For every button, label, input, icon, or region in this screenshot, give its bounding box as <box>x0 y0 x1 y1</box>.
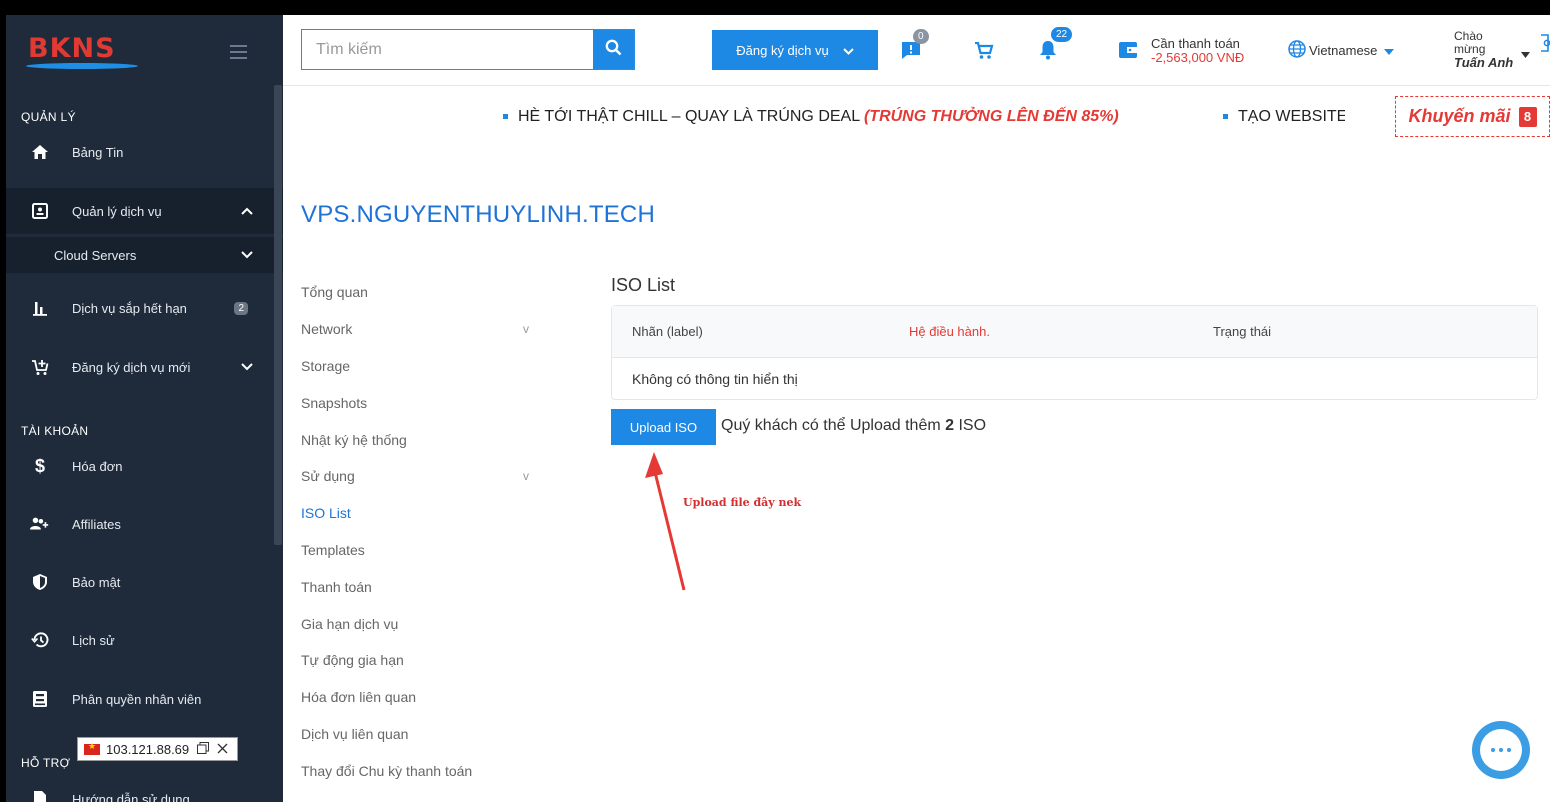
sidebar-item-label: Cloud Servers <box>54 247 137 263</box>
close-icon[interactable] <box>217 742 228 757</box>
sidebar-item-label: Affiliates <box>72 516 121 532</box>
search-box <box>301 29 635 70</box>
sidebar-item-security[interactable]: Bảo mật <box>6 559 283 605</box>
payment-due-label: Cần thanh toán <box>1151 36 1240 51</box>
announcement-item[interactable]: HÈ TỚI THẬT CHILL – QUAY LÀ TRÚNG DEAL (… <box>503 108 1119 126</box>
bullet-icon <box>503 114 508 120</box>
language-selector[interactable]: Vietnamese <box>1288 40 1395 61</box>
promotion-label: Khuyến mãi <box>1408 106 1511 126</box>
announcement-highlight: (TRÚNG THƯỞNG LÊN ĐẾN 85%) <box>863 108 1119 125</box>
topbar: Đăng ký dịch vụ 0 22 Cần thanh toán -2,5… <box>283 15 1550 86</box>
sidebar-scrollbar[interactable] <box>274 85 282 545</box>
user-greeting[interactable]: Chào mừng Tuấn Anh <box>1454 30 1513 70</box>
section-manage: QUẢN LÝ <box>21 110 76 124</box>
sidebar-item-expiring-services[interactable]: Dịch vụ sắp hết hạn 2 <box>6 285 283 331</box>
sidebar-item-label: Đăng ký dịch vụ mới <box>72 359 191 375</box>
language-label: Vietnamese <box>1309 43 1378 58</box>
chat-button[interactable] <box>1472 721 1530 779</box>
dollar-icon: $ <box>34 455 45 476</box>
logo-swoosh <box>26 63 138 69</box>
add-cart-icon <box>30 357 50 377</box>
sidebar-item-label: Quản lý dịch vụ <box>72 203 162 219</box>
expiring-count-badge: 2 <box>234 301 248 315</box>
sidebar-item-label: Lịch sử <box>72 632 115 648</box>
sidebar-item-label: Bảo mật <box>72 574 121 590</box>
register-service-label: Đăng ký dịch vụ <box>736 42 829 58</box>
chevron-up-icon <box>241 204 253 218</box>
sidebar-item-invoices[interactable]: $ Hóa đơn <box>6 443 283 489</box>
vietnam-flag-icon <box>84 741 100 755</box>
home-icon <box>30 142 50 162</box>
message-icon[interactable]: 0 <box>901 29 929 65</box>
bar-chart-icon <box>30 298 50 318</box>
search-button[interactable] <box>593 30 634 69</box>
history-icon <box>30 630 50 650</box>
section-account: TÀI KHOẢN <box>21 424 89 438</box>
announcement-text: HÈ TỚI THẬT CHILL – QUAY LÀ TRÚNG DEAL <box>518 108 864 125</box>
sidebar-item-label: Hóa đơn <box>72 458 123 474</box>
employee-badge-icon <box>30 689 50 709</box>
user-profile-icon[interactable] <box>1535 33 1550 58</box>
section-support: HỖ TRỢ <box>21 756 71 770</box>
sidebar-item-history[interactable]: Lịch sử <box>6 617 283 663</box>
sidebar-item-label: Phân quyền nhân viên <box>72 691 202 707</box>
notification-bell-icon[interactable]: 22 <box>1039 27 1073 65</box>
sidebar-item-service-management[interactable]: Quản lý dịch vụ <box>6 188 283 234</box>
caret-down-icon <box>1384 43 1395 58</box>
announcement-item[interactable]: TẠO WEBSITE <box>1223 108 1345 126</box>
sidebar-item-affiliates[interactable]: Affiliates <box>6 501 283 547</box>
sidebar: BKNS QUẢN LÝ Bảng Tin Quản lý dịch vụ Cl… <box>6 15 283 802</box>
promotion-count: 8 <box>1523 109 1532 124</box>
sidebar-item-register-new[interactable]: Đăng ký dịch vụ mới <box>6 344 283 390</box>
sidebar-item-label: Dịch vụ sắp hết hạn <box>72 300 187 316</box>
main-content: VPS.NGUYENTHUYLINH.TECH Tổng quan Network… <box>283 150 1550 802</box>
brand-logo[interactable]: BKNS <box>28 33 116 64</box>
promotion-button[interactable]: Khuyến mãi 8 <box>1395 96 1550 137</box>
message-badge: 0 <box>913 29 929 44</box>
announcement-text: TẠO WEBSITE <box>1238 108 1345 125</box>
user-name: Tuấn Anh <box>1454 55 1514 70</box>
copy-icon[interactable] <box>197 741 210 757</box>
notification-badge: 22 <box>1051 27 1073 42</box>
shield-icon <box>30 572 50 592</box>
sidebar-item-cloud-servers[interactable]: Cloud Servers <box>6 237 283 273</box>
sidebar-item-label: Hướng dẫn sử dụng <box>72 791 190 802</box>
register-service-button[interactable]: Đăng ký dịch vụ <box>712 30 878 70</box>
contact-card-icon <box>30 201 50 221</box>
sidebar-item-label: Bảng Tin <box>72 144 124 160</box>
announcement-bar: HÈ TỚI THẬT CHILL – QUAY LÀ TRÚNG DEAL (… <box>283 86 1550 150</box>
document-icon <box>30 789 50 802</box>
sidebar-item-employee-permissions[interactable]: Phân quyền nhân viên <box>6 676 283 722</box>
ip-tooltip: 103.121.88.69 <box>77 737 238 761</box>
search-input[interactable] <box>302 30 593 69</box>
search-icon <box>605 39 622 61</box>
globe-icon <box>1288 40 1306 61</box>
sidebar-item-dashboard[interactable]: Bảng Tin <box>6 129 283 175</box>
add-users-icon <box>30 514 50 534</box>
cart-icon[interactable] <box>974 41 994 65</box>
chevron-down-icon <box>843 43 854 58</box>
gift-icon: 8 <box>1518 106 1537 127</box>
chevron-down-icon <box>241 248 253 262</box>
annotation-arrow <box>645 452 686 591</box>
chevron-down-icon <box>241 360 253 374</box>
wallet-icon[interactable] <box>1118 41 1138 64</box>
bullet-icon <box>1223 114 1228 120</box>
ip-address: 103.121.88.69 <box>106 741 190 757</box>
annotation-text: Upload file đây nek <box>683 496 802 509</box>
chat-bubble-icon <box>1480 729 1522 771</box>
hamburger-menu-icon[interactable] <box>230 45 247 63</box>
payment-due-amount: -2,563,000 VNĐ <box>1151 50 1245 65</box>
caret-down-icon[interactable] <box>1521 45 1530 63</box>
sidebar-item-user-guide[interactable]: Hướng dẫn sử dụng <box>6 776 283 802</box>
payment-due[interactable]: Cần thanh toán -2,563,000 VNĐ <box>1151 37 1244 65</box>
